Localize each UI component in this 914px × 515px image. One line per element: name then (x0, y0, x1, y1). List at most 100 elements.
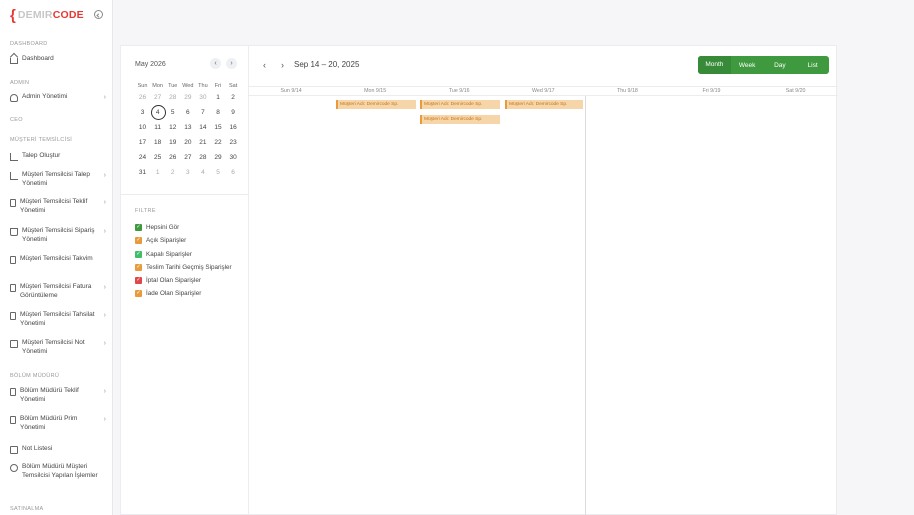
mini-day[interactable]: 23 (226, 139, 241, 146)
filter-kapali[interactable]: ✓ Kapalı Siparişler (135, 251, 192, 258)
filter-label: Kapalı Siparişler (146, 251, 192, 258)
filter-gecmis[interactable]: ✓ Teslim Tarihi Geçmiş Siparişler (135, 264, 232, 271)
view-day-button[interactable]: Day (764, 62, 797, 69)
mini-day[interactable]: 14 (195, 124, 210, 131)
view-month-button[interactable]: Month (698, 56, 731, 74)
mini-day[interactable]: 30 (226, 154, 241, 161)
mini-day[interactable]: 15 (210, 124, 225, 131)
mini-day[interactable]: 17 (135, 139, 150, 146)
checkbox-checked-icon[interactable]: ✓ (135, 264, 142, 271)
mini-day[interactable]: 28 (165, 94, 180, 101)
sidebar-item-siparis-yonetimi[interactable]: Müşteri Temsilcisi Sipariş Yönetimi › (10, 227, 106, 245)
sidebar-collapse-icon[interactable] (94, 10, 103, 19)
mini-calendar-next-button[interactable]: › (226, 58, 237, 69)
sidebar-item-label: Admin Yönetimi (22, 93, 68, 100)
note-icon (10, 340, 18, 348)
mini-day[interactable]: 20 (180, 139, 195, 146)
calendar-event[interactable]: Müşteri Adı: Demircode Sp. (420, 115, 500, 124)
checkbox-checked-icon[interactable]: ✓ (135, 237, 142, 244)
mini-calendar-week: 10 11 12 13 14 15 16 (135, 120, 241, 135)
day-header[interactable]: Tue 9/16 (417, 87, 501, 95)
sidebar-item-label: Müşteri Temsilcisi Tahsilat Yönetimi (20, 311, 95, 327)
calendar-icon (10, 256, 16, 264)
mini-day[interactable]: 29 (180, 94, 195, 101)
mini-day[interactable]: 6 (226, 169, 241, 176)
mini-day[interactable]: 3 (180, 169, 195, 176)
sidebar-item-dashboard[interactable]: Dashboard (10, 55, 106, 64)
mini-calendar-prev-button[interactable]: ‹ (210, 58, 221, 69)
mini-day[interactable]: 1 (150, 169, 165, 176)
sidebar-item-fatura[interactable]: Müşteri Temsilcisi Fatura Görüntüleme › (10, 283, 106, 301)
checkbox-checked-icon[interactable]: ✓ (135, 224, 142, 231)
mini-day[interactable]: 24 (135, 154, 150, 161)
mini-day[interactable]: 6 (180, 109, 195, 116)
filter-acik[interactable]: ✓ Açık Siparişler (135, 237, 186, 244)
sidebar-item-admin[interactable]: Admin Yönetimi › (10, 93, 106, 102)
mini-day[interactable]: 12 (165, 124, 180, 131)
mini-day[interactable]: 13 (180, 124, 195, 131)
filter-iptal[interactable]: ✓ İptal Olan Siparişler (135, 277, 201, 284)
sidebar-item-takvim[interactable]: Müşteri Temsilcisi Takvim (10, 255, 106, 264)
mini-day[interactable]: 11 (150, 124, 165, 131)
mini-day[interactable]: 28 (195, 154, 210, 161)
mini-day[interactable]: 19 (165, 139, 180, 146)
view-list-button[interactable]: List (796, 62, 829, 69)
mini-day[interactable]: 16 (226, 124, 241, 131)
calendar-event[interactable]: Müşteri Adı: Demircode Sp. (336, 100, 416, 109)
mini-day[interactable]: 5 (165, 109, 180, 116)
day-header[interactable]: Thu 9/18 (585, 87, 669, 95)
note-icon (10, 446, 18, 454)
mini-day[interactable]: 27 (150, 94, 165, 101)
mini-day[interactable]: 5 (210, 169, 225, 176)
mini-day[interactable]: 3 (135, 109, 150, 116)
mini-day[interactable]: 2 (226, 94, 241, 101)
checkbox-checked-icon[interactable]: ✓ (135, 251, 142, 258)
calendar-next-button[interactable]: › (281, 60, 284, 70)
sidebar-item-not-yonetimi[interactable]: Müşteri Temsilcisi Not Yönetimi › (10, 339, 106, 357)
mini-day[interactable]: 29 (210, 154, 225, 161)
sidebar-item-bm-prim[interactable]: Bölüm Müdürü Prim Yönetimi › (10, 415, 106, 433)
sidebar-item-tahsilat[interactable]: Müşteri Temsilcisi Tahsilat Yönetimi › (10, 311, 106, 329)
day-header[interactable]: Fri 9/19 (669, 87, 753, 95)
mini-day-today[interactable]: 4 (150, 105, 167, 120)
mini-day[interactable]: 4 (195, 169, 210, 176)
mini-day[interactable]: 31 (135, 169, 150, 176)
sidebar-item-teklif-yonetimi[interactable]: Müşteri Temsilcisi Teklif Yönetimi › (10, 198, 106, 216)
mini-day[interactable]: 10 (135, 124, 150, 131)
mini-day[interactable]: 26 (135, 94, 150, 101)
sidebar-item-not-listesi[interactable]: Not Listesi (10, 445, 106, 454)
mini-day[interactable]: 21 (195, 139, 210, 146)
sidebar-item-label: Dashboard (22, 55, 54, 62)
section-ceo: CEO (10, 117, 23, 123)
mini-day[interactable]: 7 (195, 109, 210, 116)
sidebar-item-bm-islemler[interactable]: Bölüm Müdürü Müşteri Temsilcisi Yapılan … (10, 463, 106, 481)
checkbox-checked-icon[interactable]: ✓ (135, 277, 142, 284)
mini-day[interactable]: 27 (180, 154, 195, 161)
filter-hepsi[interactable]: ✓ Hepsini Gör (135, 224, 179, 231)
mini-calendar-week: 17 18 19 20 21 22 23 (135, 135, 241, 150)
mini-day[interactable]: 8 (210, 109, 225, 116)
sidebar-item-bm-teklif[interactable]: Bölüm Müdürü Teklif Yönetimi › (10, 387, 106, 405)
day-header[interactable]: Mon 9/15 (333, 87, 417, 95)
checkbox-checked-icon[interactable]: ✓ (135, 290, 142, 297)
calendar-event[interactable]: Müşteri Adı: Demircode Sp. (505, 100, 583, 109)
calendar-prev-button[interactable]: ‹ (263, 60, 266, 70)
day-header[interactable]: Wed 9/17 (501, 87, 585, 95)
mini-day[interactable]: 2 (165, 169, 180, 176)
sidebar-item-label: Bölüm Müdürü Teklif Yönetimi (20, 387, 79, 403)
weekday-label: Sun (137, 82, 148, 89)
mini-day[interactable]: 1 (210, 94, 225, 101)
mini-day[interactable]: 30 (195, 94, 210, 101)
view-week-button[interactable]: Week (731, 62, 764, 69)
sidebar-item-talep-olustur[interactable]: Talep Oluştur (10, 152, 106, 161)
filter-iade[interactable]: ✓ İade Olan Siparişler (135, 290, 201, 297)
calendar-event[interactable]: Müşteri Adı: Demircode Sp. (420, 100, 500, 109)
mini-day[interactable]: 9 (226, 109, 241, 116)
mini-day[interactable]: 18 (150, 139, 165, 146)
mini-day[interactable]: 26 (165, 154, 180, 161)
mini-day[interactable]: 25 (150, 154, 165, 161)
day-header[interactable]: Sun 9/14 (249, 87, 333, 95)
mini-day[interactable]: 22 (210, 139, 225, 146)
day-header[interactable]: Sat 9/20 (754, 87, 838, 95)
sidebar-item-talep-yonetimi[interactable]: Müşteri Temsilcisi Talep Yönetimi › (10, 171, 106, 189)
